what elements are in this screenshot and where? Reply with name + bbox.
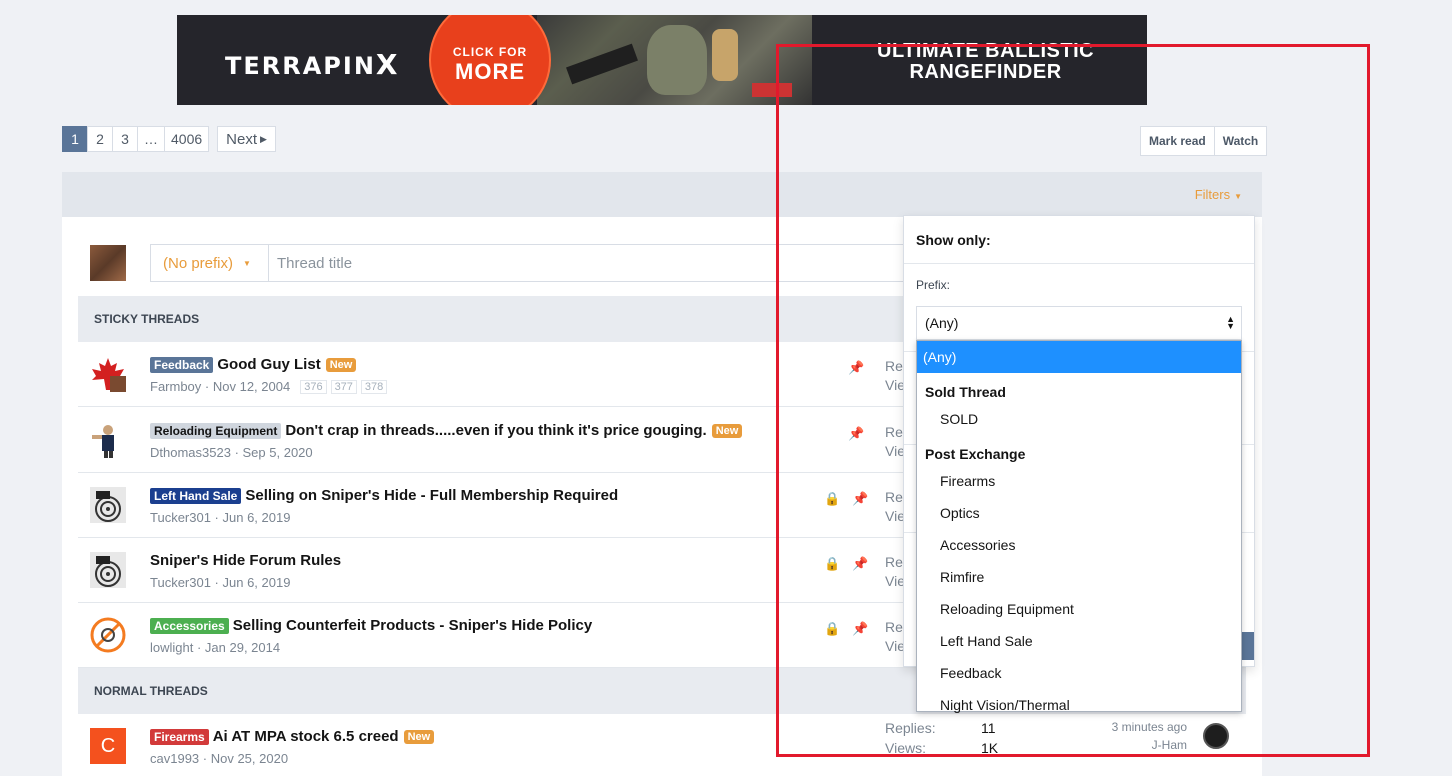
last-post-time[interactable]: 3 minutes ago <box>1100 720 1187 734</box>
views-label: Vie <box>885 377 905 393</box>
prefix-label[interactable]: Firearms <box>150 728 209 745</box>
replies-count: 11 <box>981 720 996 736</box>
thread-date[interactable]: Jun 6, 2019 <box>223 575 291 590</box>
option-night-vision-thermal[interactable]: Night Vision/Thermal <box>917 689 1241 721</box>
thread-date[interactable]: Sep 5, 2020 <box>243 445 313 460</box>
thread-title-input[interactable]: Thread title <box>268 244 908 282</box>
prefix-label[interactable]: Accessories <box>150 617 229 634</box>
page-2-button[interactable]: 2 <box>87 126 113 152</box>
prefix-label[interactable]: Reloading Equipment <box>150 422 282 439</box>
banner-ad[interactable]: TERRAPINX CLICK FOR MORE ULTIMATE BALLIS… <box>177 15 1147 105</box>
option-accessories[interactable]: Accessories <box>917 529 1241 561</box>
views-label: Vie <box>885 508 905 524</box>
thread-title[interactable]: Selling Counterfeit Products - Sniper's … <box>233 617 592 634</box>
chevron-down-icon: ▼ <box>243 258 251 268</box>
thread-date[interactable]: Jan 29, 2014 <box>205 640 280 655</box>
table-row[interactable]: C Firearms Ai AT MPA stock 6.5 creed New… <box>78 714 1246 776</box>
lock-icon: 🔒 <box>824 556 841 571</box>
pin-icon: 📌 <box>852 491 869 506</box>
thread-author[interactable]: Tucker301 <box>150 510 211 525</box>
avatar <box>92 358 126 392</box>
last-post-info: 3 minutes ago J-Ham <box>1100 720 1187 752</box>
thread-title[interactable]: Don't crap in threads.....even if you th… <box>285 422 706 439</box>
avatar[interactable]: C <box>90 728 126 764</box>
mini-page-link[interactable]: 377 <box>330 379 357 394</box>
option-any[interactable]: (Any) <box>917 341 1241 373</box>
thread-title[interactable]: Selling on Sniper's Hide - Full Membersh… <box>245 487 618 504</box>
page-3-button[interactable]: 3 <box>112 126 138 152</box>
prefix-label: Prefix: <box>916 278 951 292</box>
thread-date[interactable]: Jun 6, 2019 <box>223 510 291 525</box>
option-feedback[interactable]: Feedback <box>917 657 1241 689</box>
option-firearms[interactable]: Firearms <box>917 465 1241 497</box>
views-label: Vie <box>885 573 905 589</box>
optgroup-post-exchange: Post Exchange <box>925 446 1026 462</box>
caret-right-icon: ▶ <box>260 133 267 144</box>
avatar <box>90 617 126 653</box>
filter-bar: Filters ▼ <box>62 172 1262 217</box>
banner-slogan: ULTIMATE BALLISTIC RANGEFINDER <box>877 40 1095 83</box>
pin-icon: 📌 <box>848 360 865 375</box>
avatar <box>90 245 126 281</box>
thread-author[interactable]: cav1993 <box>150 751 199 766</box>
prefix-label[interactable]: Feedback <box>150 356 214 373</box>
prefix-label[interactable]: Left Hand Sale <box>150 487 242 504</box>
forum-actions: Mark read Watch <box>1140 126 1268 156</box>
prefix-select[interactable]: (No prefix) ▼ <box>150 244 268 282</box>
avatar <box>90 487 126 523</box>
filter-submit-button[interactable] <box>1242 632 1254 660</box>
filters-button[interactable]: Filters ▼ <box>1195 187 1242 202</box>
select-arrows-icon: ▲ ▼ <box>1226 314 1235 331</box>
thread-date[interactable]: Nov 12, 2004 <box>213 379 290 394</box>
option-reloading-equipment[interactable]: Reloading Equipment <box>917 593 1241 625</box>
pin-icon: 📌 <box>848 426 865 441</box>
prefix-filter-select[interactable]: (Any) ▲ ▼ <box>916 306 1242 340</box>
pin-icon: 📌 <box>852 556 869 571</box>
thread-author[interactable]: Farmboy <box>150 379 201 394</box>
page-ellipsis-button[interactable]: … <box>137 126 165 152</box>
avatar <box>90 422 126 458</box>
lock-icon: 🔒 <box>824 621 841 636</box>
thread-title[interactable]: Good Guy List <box>217 356 320 373</box>
views-label: Views: <box>885 740 926 756</box>
thread-author[interactable]: Dthomas3523 <box>150 445 231 460</box>
popup-heading: Show only: <box>904 216 1254 264</box>
new-badge: New <box>403 729 435 744</box>
next-page-button[interactable]: Next ▶ <box>217 126 276 152</box>
views-label: Vie <box>885 443 905 459</box>
page-last-button[interactable]: 4006 <box>164 126 210 152</box>
mini-page-link[interactable]: 378 <box>360 379 388 394</box>
thread-author[interactable]: Tucker301 <box>150 575 211 590</box>
avatar[interactable] <box>1203 723 1229 749</box>
pagination: 1 2 3 … 4006 Next ▶ <box>62 126 276 152</box>
last-post-user[interactable]: J-Ham <box>1100 738 1187 752</box>
thread-date[interactable]: Nov 25, 2020 <box>211 751 288 766</box>
prefix-dropdown-list[interactable]: (Any) Sold Thread SOLD Post Exchange Fir… <box>916 340 1242 713</box>
watch-button[interactable]: Watch <box>1213 126 1268 156</box>
thread-title[interactable]: Ai AT MPA stock 6.5 creed <box>213 728 399 745</box>
replies-label: Replies: <box>885 720 936 736</box>
optgroup-sold-thread: Sold Thread <box>925 384 1006 400</box>
banner-gear-image <box>537 15 812 105</box>
banner-click-button[interactable]: CLICK FOR MORE <box>429 15 551 105</box>
lock-icon: 🔒 <box>824 491 841 506</box>
option-rimfire[interactable]: Rimfire <box>917 561 1241 593</box>
views-label: Vie <box>885 638 905 654</box>
mark-read-button[interactable]: Mark read <box>1140 126 1215 156</box>
quick-thread-form: (No prefix) ▼ Thread title <box>90 244 908 282</box>
new-badge: New <box>325 357 357 372</box>
option-left-hand-sale[interactable]: Left Hand Sale <box>917 625 1241 657</box>
thread-title[interactable]: Sniper's Hide Forum Rules <box>150 552 341 569</box>
thread-author[interactable]: lowlight <box>150 640 193 655</box>
page-1-button[interactable]: 1 <box>62 126 88 152</box>
option-sold[interactable]: SOLD <box>917 403 1241 435</box>
pin-icon: 📌 <box>852 621 869 636</box>
option-optics[interactable]: Optics <box>917 497 1241 529</box>
banner-brand: TERRAPINX <box>225 48 400 81</box>
avatar <box>90 552 126 588</box>
mini-page-link[interactable]: 376 <box>300 379 327 394</box>
new-badge: New <box>711 423 743 438</box>
views-count: 1K <box>981 740 999 756</box>
chevron-down-icon: ▼ <box>1234 192 1242 201</box>
